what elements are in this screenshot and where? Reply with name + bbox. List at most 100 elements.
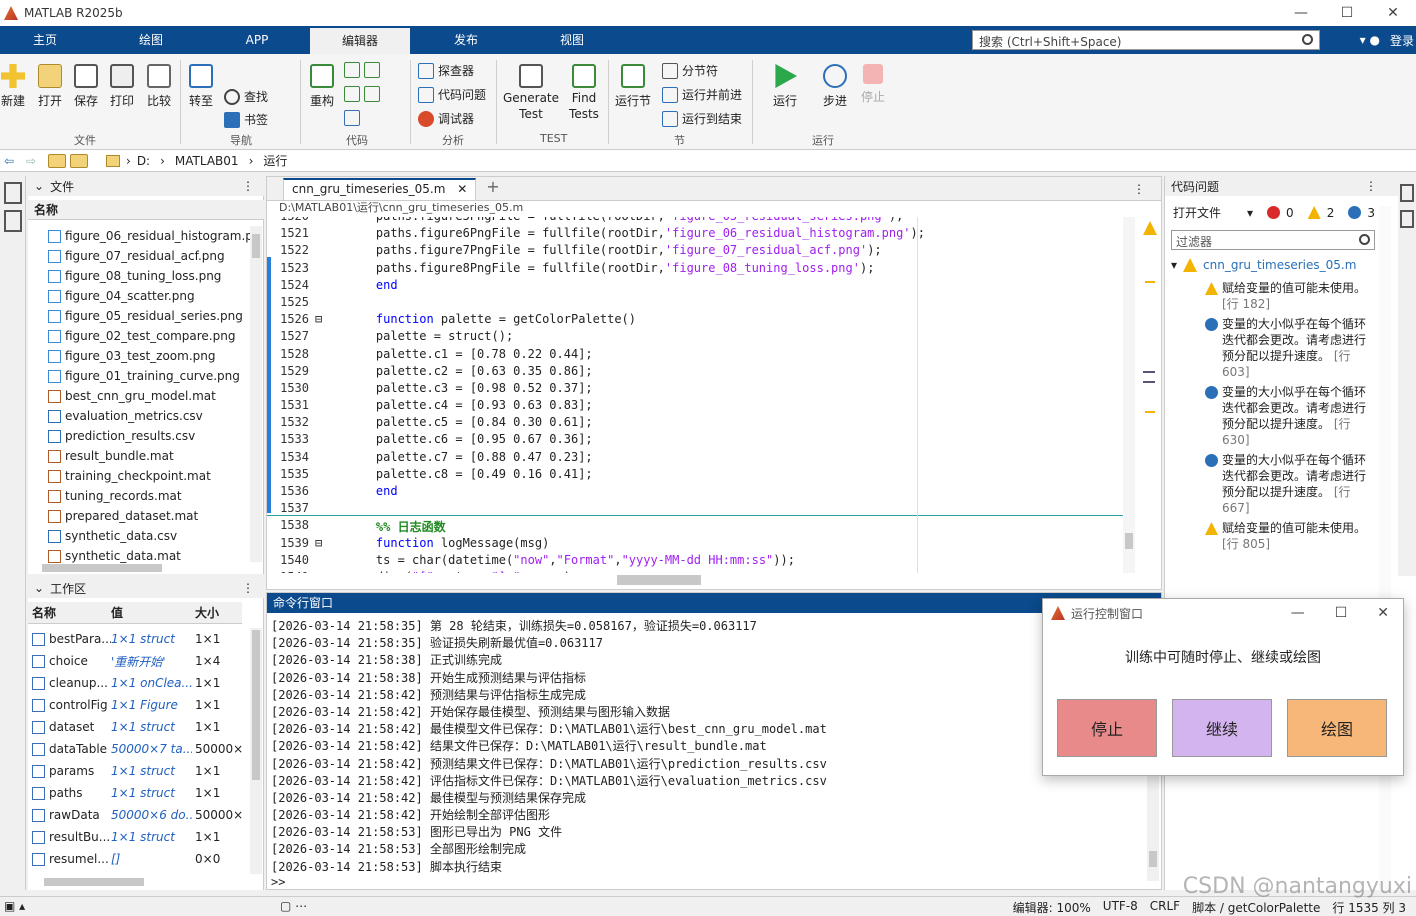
code-line[interactable]: 1533 palette.c6 = [0.95 0.67 0.36]; [267, 432, 1123, 449]
file-list-item[interactable]: prediction_results.csv [28, 426, 250, 446]
chevron-down-icon[interactable]: ▾ [1247, 206, 1253, 220]
more-options-icon[interactable]: ⋮ [242, 179, 254, 193]
search-input[interactable]: 搜索 (Ctrl+Shift+Space) [972, 30, 1320, 50]
code-line[interactable]: 1520 paths.figure5PngFile = fullfile(roo… [267, 217, 1123, 226]
status-left-control[interactable]: ▣ ▴ [4, 899, 25, 913]
issues-file-node[interactable]: ▾ cnn_gru_timeseries_05.m [1171, 258, 1356, 272]
fold-gutter[interactable]: ⊟ [315, 312, 341, 329]
fold-gutter[interactable] [315, 450, 341, 467]
fold-gutter[interactable] [315, 484, 341, 501]
code-line[interactable]: 1527 palette = struct(); [267, 329, 1123, 346]
file-list-item[interactable]: tuning_records.mat [28, 486, 250, 506]
issues-scrollbar[interactable] [1379, 206, 1391, 890]
issue-item[interactable]: 变量的大小似乎在每个循环迭代都会更改。请考虑进行预分配以提升速度。 [行 603… [1165, 314, 1379, 382]
files-toggle-icon[interactable] [4, 182, 22, 204]
minimize-button[interactable]: — [1278, 5, 1324, 21]
tab-apps[interactable]: APP [212, 26, 302, 54]
more-options-icon[interactable]: ⋮ [1133, 182, 1145, 196]
file-list-item[interactable]: evaluation_metrics.csv [28, 406, 250, 426]
file-list-item[interactable]: figure_04_scatter.png [28, 286, 250, 306]
editor-tab[interactable]: cnn_gru_timeseries_05.m ✕ [283, 178, 477, 200]
fold-gutter[interactable] [315, 243, 341, 260]
code-line[interactable]: 1534 palette.c7 = [0.88 0.47 0.23]; [267, 450, 1123, 467]
breadcrumb-folder[interactable]: MATLAB01 [175, 154, 239, 168]
issue-item[interactable]: 变量的大小似乎在每个循环迭代都会更改。请考虑进行预分配以提升速度。 [行 667… [1165, 450, 1379, 518]
code-line[interactable]: 1538 %% 日志函数 [267, 518, 1123, 535]
issue-item[interactable]: 赋给变量的值可能未使用。 [行 182] [1165, 278, 1379, 314]
ws-col-name[interactable]: 名称 [28, 604, 111, 621]
open-files-dropdown[interactable]: 打开文件 [1173, 204, 1221, 221]
code-line[interactable]: 1526 ⊟ function palette = getColorPalette… [267, 312, 1123, 329]
workspace-row[interactable]: resultBu... 1×1 struct 1×1 [28, 826, 250, 848]
workspace-toggle-icon[interactable] [4, 210, 22, 232]
generate-test-button[interactable]: Generate Test [502, 64, 560, 122]
code-line[interactable]: 1541 disp("[" + ts + "] " + msg); [267, 570, 1123, 573]
file-list-item[interactable]: figure_07_residual_acf.png [28, 246, 250, 266]
code-line[interactable]: 1529 palette.c2 = [0.63 0.35 0.86]; [267, 364, 1123, 381]
file-list-item[interactable]: prepared_dataset.mat [28, 506, 250, 526]
fold-gutter[interactable] [315, 553, 341, 570]
browse-folder-icon[interactable] [70, 153, 88, 168]
code-line[interactable]: 1522 paths.figure7PngFile = fullfile(roo… [267, 243, 1123, 260]
code-tool-3[interactable] [344, 110, 360, 126]
file-list-item[interactable]: result_bundle.mat [28, 446, 250, 466]
maximize-button[interactable]: ☐ [1324, 5, 1370, 21]
encoding[interactable]: UTF-8 [1103, 899, 1138, 916]
warning-marker[interactable] [1145, 281, 1155, 283]
close-button[interactable]: ✕ [1370, 5, 1416, 21]
file-list-item[interactable]: training_checkpoint.mat [28, 466, 250, 486]
login-link[interactable]: 登录 [1390, 32, 1414, 49]
chevron-down-icon[interactable]: ▾ [1171, 258, 1177, 272]
save-button[interactable]: 保存 [72, 64, 100, 109]
step-button[interactable]: 步进 [818, 64, 852, 109]
file-list-item[interactable]: synthetic_data.csv [28, 526, 250, 546]
open-button[interactable]: 打开 [36, 64, 64, 109]
compare-button[interactable]: 比较 [144, 64, 174, 109]
files-name-column[interactable]: 名称 [28, 200, 264, 220]
fold-gutter[interactable] [315, 364, 341, 381]
find-button[interactable]: 查找 [224, 88, 268, 105]
fold-gutter[interactable] [315, 398, 341, 415]
editor-scrollbar[interactable] [1123, 217, 1135, 573]
workspace-row[interactable]: bestPara... 1×1 struct 1×1 [28, 628, 250, 650]
tab-publish[interactable]: 发布 [410, 26, 522, 54]
code-tool-2[interactable] [344, 86, 380, 102]
files-scrollbar[interactable] [250, 226, 262, 562]
file-list-item[interactable]: figure_08_tuning_loss.png [28, 266, 250, 286]
back-arrow-icon[interactable]: ⇦ [4, 154, 22, 168]
fold-gutter[interactable] [315, 381, 341, 398]
code-line[interactable]: 1532 palette.c5 = [0.84 0.30 0.61]; [267, 415, 1123, 432]
tab-plots[interactable]: 绘图 [90, 26, 212, 54]
minimize-button[interactable]: — [1291, 605, 1305, 621]
code-line[interactable]: 1524 end [267, 278, 1123, 295]
code-line[interactable]: 1531 palette.c4 = [0.93 0.63 0.83]; [267, 398, 1123, 415]
workspace-row[interactable]: dataset 1×1 struct 1×1 [28, 716, 250, 738]
workspace-row[interactable]: params 1×1 struct 1×1 [28, 760, 250, 782]
file-list-item[interactable]: figure_02_test_compare.png [28, 326, 250, 346]
code-line[interactable]: 1525 [267, 295, 1123, 312]
file-list-item[interactable]: figure_03_test_zoom.png [28, 346, 250, 366]
file-list-item[interactable]: figure_01_training_curve.png [28, 366, 250, 386]
command-prompt[interactable]: >> [267, 875, 1161, 892]
side-panel-icon[interactable] [1400, 210, 1414, 228]
fold-gutter[interactable] [315, 347, 341, 364]
section-break-button[interactable]: 分节符 [662, 62, 718, 79]
issue-item[interactable]: 赋给变量的值可能未使用。 [行 805] [1165, 518, 1379, 554]
warning-icon[interactable] [1143, 221, 1157, 235]
fold-gutter[interactable] [315, 329, 341, 346]
ws-col-value[interactable]: 值 [111, 604, 192, 621]
new-button[interactable]: 新建 [0, 64, 26, 109]
maximize-button[interactable]: ☐ [1335, 605, 1348, 621]
code-line[interactable]: 1536 end [267, 484, 1123, 501]
fold-gutter[interactable] [315, 432, 341, 449]
warning-marker[interactable] [1145, 411, 1155, 413]
file-list-item[interactable]: figure_05_residual_series.png [28, 306, 250, 326]
code-area[interactable]: 1520 paths.figure5PngFile = fullfile(roo… [267, 217, 1123, 573]
workspace-row[interactable]: choice '重新开始' 1×4 [28, 650, 250, 672]
workspace-row[interactable]: rawData 50000×6 do...50000×6 [28, 804, 250, 826]
profiler-button[interactable]: 探查器 [418, 62, 474, 79]
dialog-continue-button[interactable]: 继续 [1172, 699, 1272, 757]
code-line[interactable]: 1530 palette.c3 = [0.98 0.52 0.37]; [267, 381, 1123, 398]
run-button[interactable]: 运行 [768, 64, 802, 109]
workspace-h-scrollbar[interactable] [44, 878, 144, 886]
